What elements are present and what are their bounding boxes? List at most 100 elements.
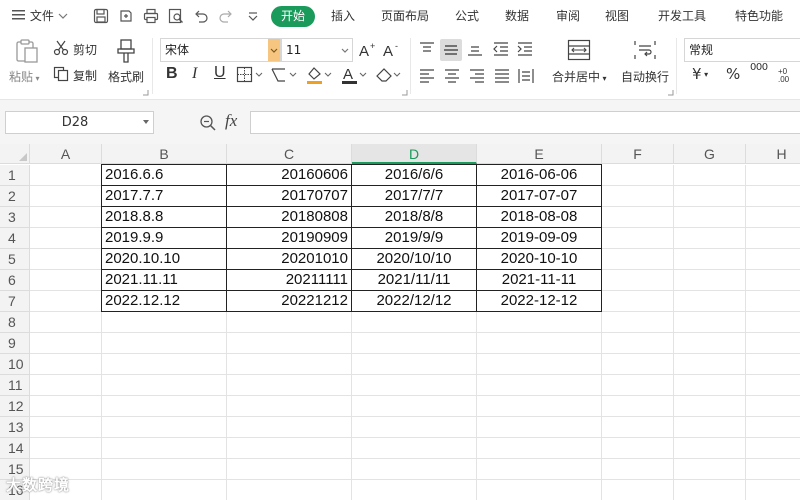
cell-d15[interactable] (352, 459, 477, 480)
tab-insert[interactable]: 插入 (331, 0, 355, 32)
number-format-select[interactable]: 常规 (684, 38, 800, 62)
cell-a9[interactable] (30, 333, 102, 354)
cell-h2[interactable] (746, 186, 800, 207)
paste-button[interactable]: 粘贴 ▾ (9, 68, 40, 85)
cell-d6[interactable]: 2021/11/11 (351, 269, 477, 291)
cell-b5[interactable]: 2020.10.10 (101, 248, 227, 270)
cell-e4[interactable]: 2019-09-09 (476, 227, 602, 249)
cell-b10[interactable] (102, 354, 227, 375)
cell-f9[interactable] (602, 333, 674, 354)
copy-icon[interactable] (53, 66, 69, 82)
cell-e15[interactable] (477, 459, 602, 480)
merge-center-icon[interactable] (567, 39, 591, 61)
cell-h12[interactable] (746, 396, 800, 417)
cell-h9[interactable] (746, 333, 800, 354)
cell-f14[interactable] (602, 438, 674, 459)
column-header-b[interactable]: B (102, 144, 227, 164)
cell-h16[interactable] (746, 480, 800, 500)
select-all-button[interactable] (0, 144, 30, 164)
column-header-c[interactable]: C (227, 144, 352, 164)
font-name-dropdown[interactable] (268, 39, 280, 61)
cell-g13[interactable] (674, 417, 746, 438)
group-launcher-icon[interactable] (143, 90, 149, 96)
copy-button[interactable]: 复制 (73, 67, 97, 84)
cell-b12[interactable] (102, 396, 227, 417)
underline-button[interactable]: U (214, 64, 226, 82)
cell-d8[interactable] (352, 312, 477, 333)
cell-f7[interactable] (602, 291, 674, 312)
borders-icon[interactable] (236, 66, 266, 84)
cell-c5[interactable]: 20201010 (226, 248, 352, 270)
thousands-separator-button[interactable]: 000 (750, 62, 768, 73)
cell-d10[interactable] (352, 354, 477, 375)
decrease-font-size-icon[interactable]: A - (382, 40, 402, 60)
row-header[interactable]: 5 (0, 249, 30, 270)
cell-c16[interactable] (227, 480, 352, 500)
cell-f4[interactable] (602, 228, 674, 249)
cell-b13[interactable] (102, 417, 227, 438)
row-header[interactable]: 12 (0, 396, 30, 417)
cell-d4[interactable]: 2019/9/9 (351, 227, 477, 249)
cell-h13[interactable] (746, 417, 800, 438)
redo-icon[interactable] (218, 8, 234, 24)
tab-review[interactable]: 审阅 (556, 0, 580, 32)
fill-color-icon[interactable] (305, 65, 335, 85)
tab-special-features[interactable]: 特色功能 (735, 0, 783, 32)
cell-b7[interactable]: 2022.12.12 (101, 290, 227, 312)
cell-h6[interactable] (746, 270, 800, 291)
cell-d13[interactable] (352, 417, 477, 438)
column-header-a[interactable]: A (30, 144, 102, 164)
cell-g1[interactable] (674, 165, 746, 186)
cell-f10[interactable] (602, 354, 674, 375)
cell-d11[interactable] (352, 375, 477, 396)
cell-d7[interactable]: 2022/12/12 (351, 290, 477, 312)
cell-e9[interactable] (477, 333, 602, 354)
cell-c13[interactable] (227, 417, 352, 438)
cell-h4[interactable] (746, 228, 800, 249)
name-box[interactable]: D28 (5, 111, 154, 134)
cell-f2[interactable] (602, 186, 674, 207)
file-menu[interactable]: 文件 (12, 0, 68, 32)
row-header[interactable]: 7 (0, 291, 30, 312)
cell-a5[interactable] (30, 249, 102, 270)
tab-home[interactable]: 开始 (271, 6, 315, 27)
cell-d9[interactable] (352, 333, 477, 354)
group-launcher-icon[interactable] (668, 90, 674, 96)
spreadsheet-grid[interactable]: A B C D E F G H 1 2016.6.6 20160606 2016/6/6 2016-06… (0, 144, 800, 500)
cell-f6[interactable] (602, 270, 674, 291)
cell-h7[interactable] (746, 291, 800, 312)
cell-h1[interactable] (746, 165, 800, 186)
zoom-icon[interactable] (199, 114, 217, 132)
cell-b2[interactable]: 2017.7.7 (101, 185, 227, 207)
tab-formulas[interactable]: 公式 (455, 0, 479, 32)
cell-c6[interactable]: 20211111 (226, 269, 352, 291)
cell-c15[interactable] (227, 459, 352, 480)
cell-g12[interactable] (674, 396, 746, 417)
cell-f12[interactable] (602, 396, 674, 417)
cell-f13[interactable] (602, 417, 674, 438)
cell-a14[interactable] (30, 438, 102, 459)
cell-g3[interactable] (674, 207, 746, 228)
cell-g5[interactable] (674, 249, 746, 270)
cell-b9[interactable] (102, 333, 227, 354)
cell-g16[interactable] (674, 480, 746, 500)
row-header[interactable]: 3 (0, 207, 30, 228)
cell-d5[interactable]: 2020/10/10 (351, 248, 477, 270)
font-size-select[interactable]: 11 (281, 38, 353, 62)
align-top-icon[interactable] (418, 40, 436, 58)
column-header-f[interactable]: F (602, 144, 674, 164)
cell-b15[interactable] (102, 459, 227, 480)
cell-e12[interactable] (477, 396, 602, 417)
row-header[interactable]: 13 (0, 417, 30, 438)
cell-a12[interactable] (30, 396, 102, 417)
align-middle-button[interactable] (440, 39, 462, 61)
tab-developer[interactable]: 开发工具 (658, 0, 706, 32)
column-header-e[interactable]: E (477, 144, 602, 164)
cell-c8[interactable] (227, 312, 352, 333)
increase-indent-icon[interactable] (516, 40, 534, 58)
decrease-indent-icon[interactable] (492, 40, 510, 58)
group-launcher-icon[interactable] (402, 90, 408, 96)
font-name-select[interactable]: 宋体 (160, 38, 281, 62)
row-header[interactable]: 10 (0, 354, 30, 375)
cell-a1[interactable] (30, 165, 102, 186)
